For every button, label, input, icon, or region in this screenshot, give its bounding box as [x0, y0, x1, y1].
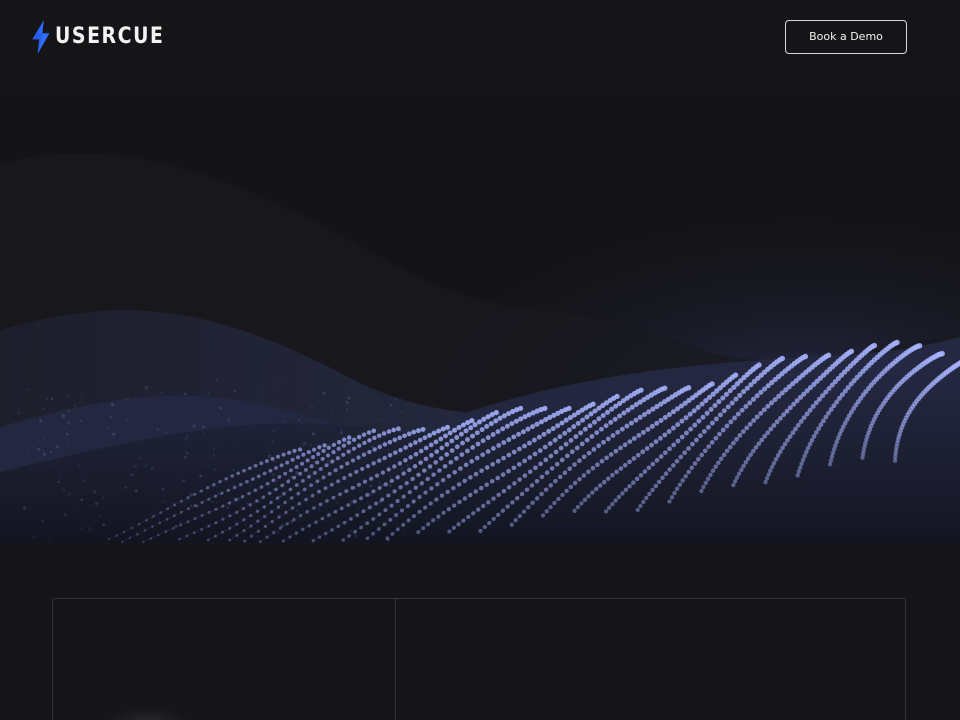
feature-card: [52, 598, 906, 720]
lightning-bolt-icon: [31, 19, 51, 55]
hero-section: [0, 80, 960, 543]
book-demo-button[interactable]: Book a Demo: [785, 20, 907, 54]
site-header: USERCUE Book a Demo: [0, 0, 960, 80]
logo-wordmark: USERCUE: [55, 19, 165, 55]
landing-page: USERCUE Book a Demo: [0, 0, 960, 720]
card-divider: [395, 599, 396, 720]
logo[interactable]: USERCUE: [31, 18, 182, 56]
card-shadow: [108, 707, 188, 720]
particle-wave-image: [0, 80, 960, 543]
feature-section: [0, 543, 960, 720]
